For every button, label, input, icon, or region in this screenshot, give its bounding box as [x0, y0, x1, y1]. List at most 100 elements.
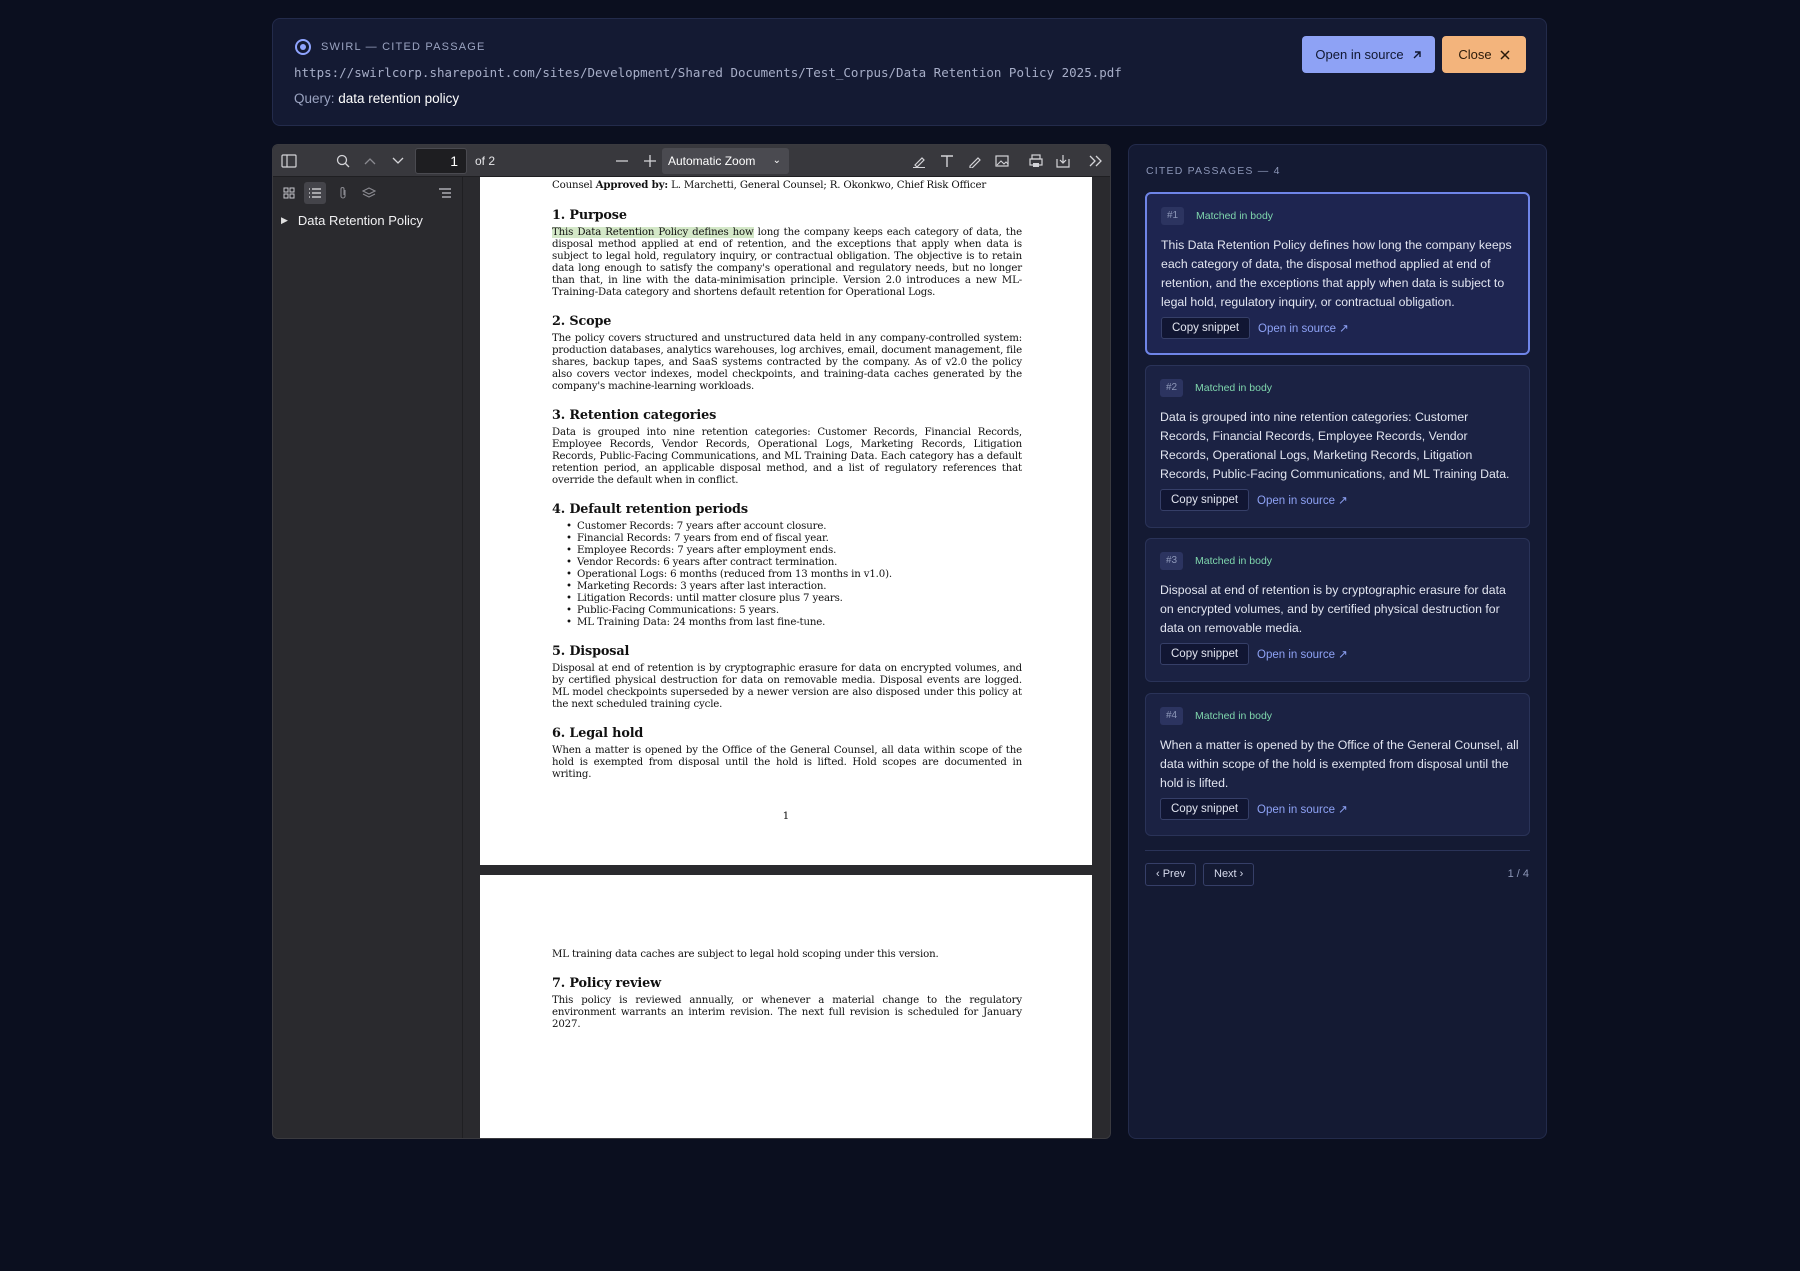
x-icon [1500, 49, 1510, 60]
outline-item[interactable]: ▶ Data Retention Policy [281, 213, 423, 228]
list-item: Employee Records: 7 years after employme… [566, 545, 1022, 557]
section-scope: 2. Scope The policy covers structured an… [552, 314, 1022, 392]
retention-periods-list: Customer Records: 7 years after account … [552, 521, 1022, 629]
list-item: Litigation Records: until matter closure… [566, 593, 1022, 605]
section-purpose: 1. Purpose This Data Retention Policy de… [552, 208, 1022, 298]
zoom-out-icon[interactable] [613, 152, 631, 170]
passage-text: Disposal at end of retention is by crypt… [1160, 583, 1506, 635]
text-tool-icon[interactable] [938, 152, 956, 170]
match-badge: Matched in body [1195, 710, 1273, 722]
list-item: ML Training Data: 24 months from last fi… [566, 617, 1022, 629]
download-icon[interactable] [1054, 152, 1072, 170]
layers-icon[interactable] [358, 182, 380, 204]
list-item: Financial Records: 7 years from end of f… [566, 533, 1022, 545]
thumbnails-icon[interactable] [278, 182, 300, 204]
chevron-down-icon: ⌄ [772, 155, 781, 166]
passage-number: #4 [1160, 707, 1184, 725]
attachments-icon[interactable] [332, 182, 354, 204]
print-icon[interactable] [1027, 152, 1045, 170]
section-policy-review-text: This policy is reviewed annually, or whe… [552, 995, 1022, 1030]
swirl-logo-icon [295, 39, 311, 55]
passage-card-2[interactable]: #2 Matched in body Data is grouped into … [1145, 365, 1530, 528]
prev-button[interactable]: ‹ Prev [1145, 863, 1197, 886]
expand-triangle-icon[interactable]: ▶ [281, 215, 288, 226]
close-label: Close [1458, 47, 1492, 62]
arrow-up-right-icon [1413, 50, 1421, 58]
list-item: Operational Logs: 6 months (reduced from… [566, 569, 1022, 581]
zoom-value: Automatic Zoom [668, 154, 756, 168]
list-item: Vendor Records: 6 years after contract t… [566, 557, 1022, 569]
pdf-pages: Counsel Approved by: L. Marchetti, Gener… [463, 177, 1110, 1138]
draw-icon[interactable] [966, 152, 984, 170]
match-badge: Matched in body [1195, 382, 1273, 394]
cited-passage-header: SWIRL — CITED PASSAGE https://swirlcorp.… [272, 18, 1547, 126]
open-in-source-link[interactable]: Open in source ↗ [1257, 493, 1348, 507]
open-in-source-button[interactable]: Open in source [1302, 36, 1435, 73]
match-badge: Matched in body [1195, 555, 1273, 567]
passage-number: #1 [1161, 207, 1185, 225]
pdf-viewer: 1 of 2 Automatic Zoom ⌄ ▶ Data Retention… [272, 144, 1111, 1139]
sidebar-tabs [273, 177, 462, 209]
brand-title: SWIRL — CITED PASSAGE [321, 41, 486, 53]
passage-card-3[interactable]: #3 Matched in body Disposal at end of re… [1145, 538, 1530, 682]
open-in-source-link[interactable]: Open in source ↗ [1258, 321, 1349, 335]
panel-title: CITED PASSAGES — 4 [1146, 165, 1281, 177]
passage-number: #3 [1160, 552, 1184, 570]
list-item: Marketing Records: 3 years after last in… [566, 581, 1022, 593]
search-icon[interactable] [334, 152, 352, 170]
find-current-outline-icon[interactable] [434, 182, 456, 204]
zoom-select[interactable]: Automatic Zoom ⌄ [662, 148, 789, 174]
open-in-source-link[interactable]: Open in source ↗ [1257, 802, 1348, 816]
source-url: https://swirlcorp.sharepoint.com/sites/D… [294, 65, 1122, 80]
image-icon[interactable] [993, 152, 1011, 170]
list-item: Public-Facing Communications: 5 years. [566, 605, 1022, 617]
pdf-sidebar: ▶ Data Retention Policy [273, 177, 463, 1138]
copy-snippet-button[interactable]: Copy snippet [1161, 317, 1251, 339]
section-retention-categories: 3. Retention categories Data is grouped … [552, 408, 1022, 486]
query-label: Query: [294, 91, 335, 106]
section-default-retention: 4. Default retention periods Customer Re… [552, 503, 1022, 629]
chevron-down-icon[interactable] [389, 152, 407, 170]
match-badge: Matched in body [1196, 210, 1274, 222]
passage-text: When a matter is opened by the Office of… [1160, 738, 1519, 790]
pdf-page-1: Counsel Approved by: L. Marchetti, Gener… [480, 177, 1092, 865]
section-disposal: 5. Disposal Disposal at end of retention… [552, 644, 1022, 710]
zoom-in-icon[interactable] [641, 152, 659, 170]
passage-text: This Data Retention Policy defines how l… [1161, 238, 1512, 309]
pdf-page-2-body: ML training data caches are subject to l… [552, 949, 1022, 1030]
section-legal-hold: 6. Legal hold When a matter is opened by… [552, 726, 1022, 780]
passage-card-1[interactable]: #1 Matched in body This Data Retention P… [1145, 192, 1530, 355]
section-policy-review-heading: 7. Policy review [552, 976, 661, 991]
passage-text: Data is grouped into nine retention cate… [1160, 410, 1510, 481]
pdf-page-2: ML training data caches are subject to l… [480, 875, 1092, 1138]
open-in-source-label: Open in source [1315, 47, 1404, 62]
page-number-input[interactable]: 1 [415, 148, 467, 174]
approval-line: Counsel Approved by: L. Marchetti, Gener… [552, 179, 987, 191]
list-item: Customer Records: 7 years after account … [566, 521, 1022, 533]
passage-card-4[interactable]: #4 Matched in body When a matter is open… [1145, 693, 1530, 836]
query-value: data retention policy [338, 91, 460, 106]
outline-item-label: Data Retention Policy [297, 213, 423, 228]
passage-counter: 1 / 4 [1507, 868, 1529, 880]
highlight-icon[interactable] [910, 152, 928, 170]
sidebar-toggle-icon[interactable] [280, 152, 298, 170]
page-count: of 2 [475, 154, 496, 168]
more-tools-icon[interactable] [1087, 152, 1105, 170]
copy-snippet-button[interactable]: Copy snippet [1160, 798, 1250, 820]
highlighted-passage: This Data Retention Policy defines how [552, 227, 754, 238]
page-number-footer: 1 [782, 810, 790, 822]
pdf-page-1-body: Counsel Approved by: L. Marchetti, Gener… [552, 179, 1022, 781]
pdf-toolbar: 1 of 2 Automatic Zoom ⌄ [273, 145, 1110, 177]
brand: SWIRL — CITED PASSAGE [295, 39, 486, 55]
outline-icon[interactable] [304, 182, 326, 204]
passage-number: #2 [1160, 379, 1184, 397]
copy-snippet-button[interactable]: Copy snippet [1160, 643, 1250, 665]
chevron-up-icon[interactable] [361, 152, 379, 170]
divider [1145, 850, 1530, 851]
close-button[interactable]: Close [1442, 36, 1526, 73]
open-in-source-link[interactable]: Open in source ↗ [1257, 647, 1348, 661]
copy-snippet-button[interactable]: Copy snippet [1160, 489, 1250, 511]
query-line: Query: data retention policy [294, 91, 459, 106]
next-button[interactable]: Next › [1203, 863, 1255, 886]
cited-passages-panel: CITED PASSAGES — 4 #1 Matched in body Th… [1128, 144, 1547, 1139]
